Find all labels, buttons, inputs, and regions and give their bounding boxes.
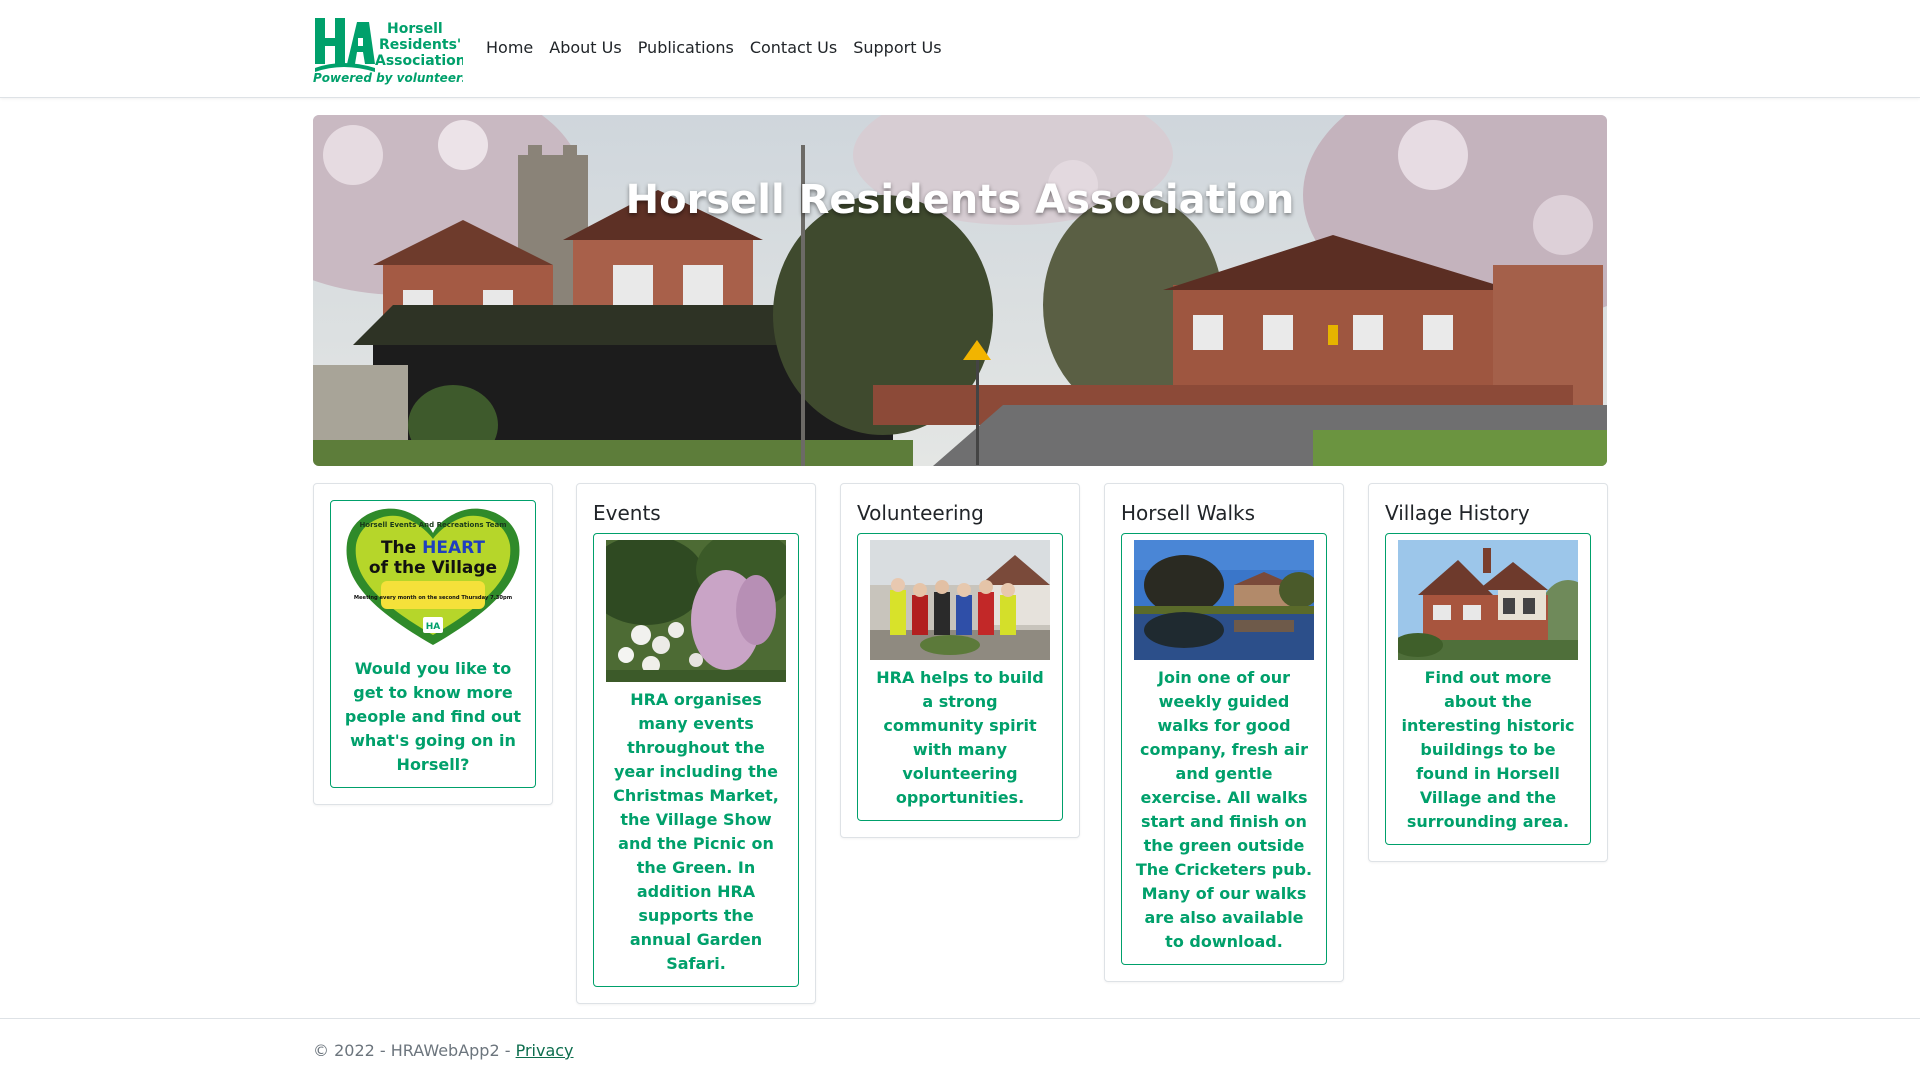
svg-text:The HEART: The HEART (381, 538, 485, 558)
nav-contact-us[interactable]: Contact Us (742, 38, 845, 58)
badge-heart-of-village: of the Village (369, 558, 497, 578)
logo-line-2: Residents' (379, 37, 461, 53)
logo-line-1: Horsell (387, 21, 443, 37)
card-events-title: Events (593, 501, 661, 525)
card-events: Events HRA organises many events through… (576, 483, 816, 1004)
hero-photo (313, 115, 1607, 466)
nav-publications[interactable]: Publications (630, 38, 742, 58)
nav-support-us[interactable]: Support Us (845, 38, 949, 58)
card-volunteering: Volunteering HRA helps to build a strong… (840, 483, 1080, 838)
card-horsell-walks: Horsell Walks Join one of our weekly gui… (1104, 483, 1344, 982)
main-nav: Home About Us Publications Contact Us Su… (486, 38, 950, 58)
volunteers-group-photo (870, 540, 1050, 660)
card-walks-title: Horsell Walks (1121, 501, 1256, 525)
footer-copyright: © 2022 - HRAWebApp2 - (313, 1041, 516, 1060)
footer-text: © 2022 - HRAWebApp2 - Privacy (313, 1041, 574, 1060)
svg-text:HA: HA (426, 622, 441, 632)
badge-meeting-text: Meeting every month on the second Thursd… (354, 595, 512, 601)
events-garden-photo (606, 540, 786, 682)
page-footer: © 2022 - HRAWebApp2 - Privacy (0, 1018, 1920, 1080)
logo-line-3: Association (375, 53, 463, 69)
card-events-text: HRA organises many events throughout the… (613, 690, 779, 973)
card-walks-text: Join one of our weekly guided walks for … (1135, 668, 1313, 951)
card-history-text: Find out more about the interesting hist… (1401, 668, 1575, 831)
nav-home[interactable]: Home (486, 38, 541, 58)
hero-title: Horsell Residents Association (625, 177, 1295, 223)
privacy-link[interactable]: Privacy (516, 1041, 574, 1060)
card-volunteering-text: HRA helps to build a strong community sp… (876, 668, 1044, 807)
badge-heart-the: The (381, 538, 422, 558)
hero-banner: Horsell Residents Association (313, 115, 1607, 466)
nav-about-us[interactable]: About Us (541, 38, 629, 58)
card-village-history: Village History Find out more about the … (1368, 483, 1608, 862)
logo-tagline: Powered by volunteers (313, 71, 463, 85)
card-history-title: Village History (1385, 501, 1530, 525)
card-heart-text: Would you like to get to know more peopl… (344, 659, 522, 774)
badge-top-text: Horsell Events And Recreations Team (359, 521, 506, 529)
walks-pond-photo (1134, 540, 1314, 660)
card-history-link[interactable]: Find out more about the interesting hist… (1385, 533, 1591, 845)
hra-logo[interactable]: Horsell Residents' Association Powered b… (313, 14, 469, 86)
heart-of-village-badge: Horsell Events And Recreations Team The … (343, 505, 523, 651)
hra-monogram (315, 18, 375, 72)
card-walks-link[interactable]: Join one of our weekly guided walks for … (1121, 533, 1327, 965)
card-heart-of-village: Horsell Events And Recreations Team The … (313, 483, 553, 805)
card-events-link[interactable]: HRA organises many events throughout the… (593, 533, 799, 987)
card-heart-link[interactable]: Horsell Events And Recreations Team The … (330, 500, 536, 788)
badge-heart-word: HEART (422, 538, 485, 558)
top-navbar: Horsell Residents' Association Powered b… (0, 0, 1920, 98)
card-volunteering-title: Volunteering (857, 501, 984, 525)
card-volunteering-link[interactable]: HRA helps to build a strong community sp… (857, 533, 1063, 821)
history-house-photo (1398, 540, 1578, 660)
